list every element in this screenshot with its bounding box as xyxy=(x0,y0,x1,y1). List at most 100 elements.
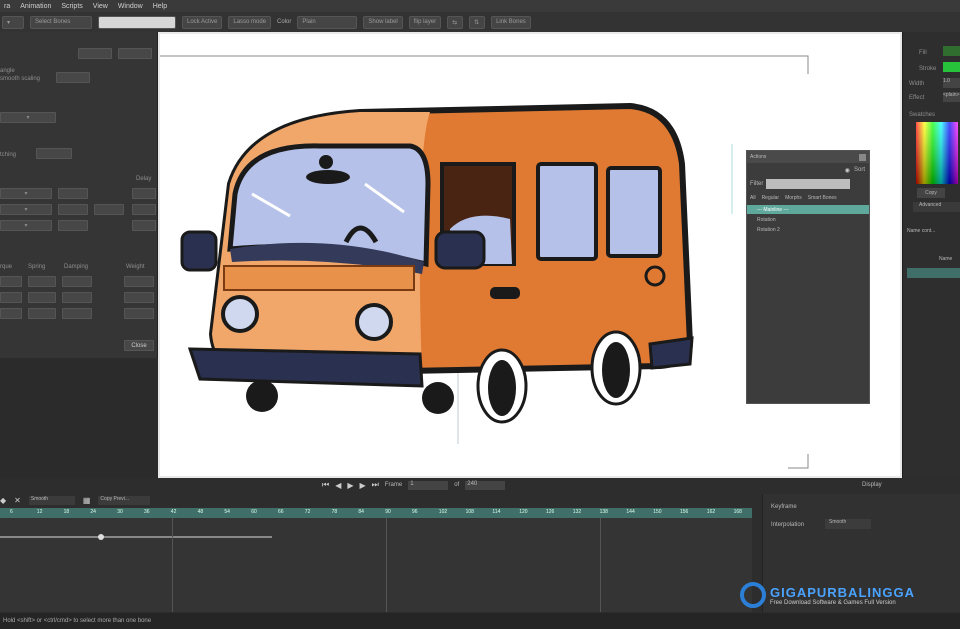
sort-label[interactable]: Sort xyxy=(854,167,865,173)
menu-file[interactable]: ra xyxy=(4,3,10,10)
spring-field-1[interactable] xyxy=(28,276,56,287)
ruler-tick: 132 xyxy=(572,509,582,515)
dialog-button-1[interactable] xyxy=(78,48,112,59)
show-label-checkbox[interactable]: Show label xyxy=(363,15,403,29)
menu-help[interactable]: Help xyxy=(153,3,167,10)
watermark-subtitle: Free Download Software & Games Full Vers… xyxy=(770,599,896,606)
frame-field[interactable]: 1 xyxy=(408,480,449,490)
copy-button[interactable]: Copy xyxy=(917,188,945,198)
tab-smart-bones[interactable]: Smart Bones xyxy=(808,195,837,201)
ruler-tick: 162 xyxy=(706,509,716,515)
layer-name-header: Name cont... xyxy=(907,228,936,234)
menu-window[interactable]: Window xyxy=(118,3,143,10)
spring-field-2[interactable] xyxy=(28,292,56,303)
ruler-tick: 114 xyxy=(492,509,501,515)
smooth-scaling-button[interactable] xyxy=(56,72,90,83)
close-button[interactable]: Close xyxy=(124,340,154,351)
width-field[interactable]: 1.0 xyxy=(943,78,960,88)
field-6[interactable] xyxy=(58,220,88,231)
menu-scripts[interactable]: Scripts xyxy=(61,3,82,10)
torque-field-3[interactable] xyxy=(0,308,22,319)
action-item-rotation[interactable]: Rotation xyxy=(747,214,869,226)
prev-key-icon[interactable]: ◀ xyxy=(335,481,341,490)
weight-field-1[interactable] xyxy=(124,276,154,287)
menu-view[interactable]: View xyxy=(93,3,108,10)
torque-label: rque xyxy=(0,264,13,270)
stroke-swatch[interactable] xyxy=(943,62,960,72)
tab-regular[interactable]: Regular xyxy=(762,195,780,201)
lasso-mode-checkbox[interactable]: Lasso mode xyxy=(228,15,272,29)
first-frame-icon[interactable]: ⏮ xyxy=(322,480,329,490)
field-1[interactable] xyxy=(58,188,88,199)
play-icon[interactable]: ▶ xyxy=(347,481,353,490)
end-frame-field[interactable]: 240 xyxy=(465,480,506,490)
ruler-tick: 150 xyxy=(653,509,662,515)
damping-field-3[interactable] xyxy=(62,308,92,319)
color-dropdown[interactable]: Plain xyxy=(297,15,358,29)
copy-previous-dropdown[interactable]: Copy Previ... xyxy=(98,496,151,505)
color-swatch-grid[interactable] xyxy=(916,122,958,184)
weight-field-2[interactable] xyxy=(124,292,154,303)
ruler-tick: 66 xyxy=(278,509,284,515)
torque-field-2[interactable] xyxy=(0,292,22,303)
last-frame-icon[interactable]: ⏭ xyxy=(372,480,379,490)
bone-name-field[interactable] xyxy=(98,15,176,29)
field-2[interactable] xyxy=(132,188,156,199)
ruler-tick: 156 xyxy=(680,509,689,515)
ruler-tick: 12 xyxy=(36,509,43,515)
interpolation-select[interactable]: Smooth xyxy=(825,519,871,529)
effect-dropdown[interactable]: <plain> xyxy=(943,92,960,102)
tab-morphs[interactable]: Morphs xyxy=(785,195,802,201)
field-5[interactable] xyxy=(132,204,156,215)
weight-label: Weight xyxy=(126,264,145,270)
stretching-label: tching xyxy=(0,152,17,158)
flip-horizontal-icon[interactable]: ⇆ xyxy=(447,15,464,29)
field-7[interactable] xyxy=(132,220,156,231)
spring-field-3[interactable] xyxy=(28,308,56,319)
lock-active-checkbox[interactable]: Lock Active xyxy=(182,15,223,29)
onion-skin-icon[interactable]: ▦ xyxy=(83,496,91,505)
tab-all[interactable]: All xyxy=(750,195,756,201)
link-bones-button[interactable]: Link Bones xyxy=(491,15,531,29)
frame-ruler[interactable]: 6 12 18 24 30 36 42 48 54 60 66 72 78 84 90 96 102 108 114… xyxy=(0,508,752,518)
timeline-tracks[interactable] xyxy=(0,518,752,612)
weight-field-3[interactable] xyxy=(124,308,154,319)
filter-input[interactable] xyxy=(766,179,851,189)
damping-field-2[interactable] xyxy=(62,292,92,303)
action-item-mainline[interactable]: --- Mainline --- xyxy=(747,205,869,214)
display-dropdown[interactable]: Display xyxy=(862,482,882,488)
key-icon[interactable]: ◆ xyxy=(0,496,6,505)
stretching-button[interactable] xyxy=(36,148,72,159)
ruler-tick: 120 xyxy=(519,509,528,515)
torque-field-1[interactable] xyxy=(0,276,22,287)
target-dropdown-1[interactable]: ▾ xyxy=(0,188,52,199)
advanced-toggle[interactable]: Advanced xyxy=(913,202,960,212)
target-dropdown-3[interactable]: ▾ xyxy=(0,220,52,231)
ruler-tick: 36 xyxy=(144,509,150,515)
watermark: GIGAPURBALINGGA Free Download Software &… xyxy=(740,582,915,608)
watermark-brand: GIGAPURBALINGGA xyxy=(770,584,915,600)
fill-label: Fill xyxy=(919,50,927,56)
fill-swatch[interactable] xyxy=(943,46,960,56)
field-4[interactable] xyxy=(94,204,124,215)
keyframe-marker[interactable] xyxy=(98,534,104,540)
action-item-rotation-2[interactable]: Rotation 2 xyxy=(747,226,869,234)
menu-animation[interactable]: Animation xyxy=(20,3,51,10)
constraint-dropdown[interactable]: ▾ xyxy=(0,112,56,123)
flip-vertical-icon[interactable]: ⇅ xyxy=(469,15,486,29)
frame-label: Frame xyxy=(384,482,403,488)
damping-field-1[interactable] xyxy=(62,276,92,287)
select-bones-dropdown[interactable]: Select Bones xyxy=(30,15,92,29)
watermark-logo-icon xyxy=(740,582,766,608)
close-icon[interactable] xyxy=(859,153,866,161)
flip-layer-checkbox[interactable]: flip layer xyxy=(408,15,442,29)
next-key-icon[interactable]: ▶ xyxy=(360,481,366,490)
dialog-button-2[interactable] xyxy=(118,48,152,59)
delete-key-icon[interactable]: ✕ xyxy=(14,496,21,505)
field-3[interactable] xyxy=(58,204,88,215)
interpolation-dropdown[interactable]: Smooth xyxy=(28,496,75,505)
visibility-icon[interactable]: ◉ xyxy=(845,167,850,174)
target-dropdown-2[interactable]: ▾ xyxy=(0,204,52,215)
tool-dropdown[interactable]: ▾ xyxy=(2,15,24,29)
selected-layer-row[interactable] xyxy=(907,268,960,278)
